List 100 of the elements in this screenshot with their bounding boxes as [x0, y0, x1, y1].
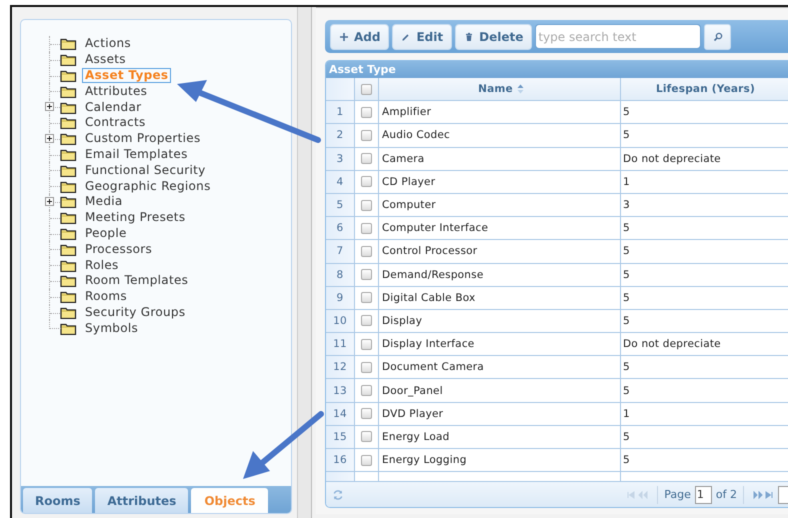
page-size-field[interactable]: [778, 486, 788, 504]
tree-item[interactable]: Calendar: [82, 100, 144, 115]
row-checkbox[interactable]: [361, 246, 372, 257]
refresh-icon[interactable]: [332, 488, 344, 501]
row-checkbox[interactable]: [361, 176, 372, 188]
folder-icon: [60, 322, 77, 335]
row-checkbox[interactable]: [361, 222, 372, 234]
tree-item[interactable]: Symbols: [82, 320, 142, 336]
folder-icon: [60, 37, 77, 50]
tree-item[interactable]: Functional Security: [82, 162, 209, 178]
row-number: 14: [326, 402, 355, 425]
folder-icon: [60, 100, 77, 114]
search-field[interactable]: type search text: [535, 24, 702, 49]
row-number: 4: [326, 170, 355, 193]
tree-item[interactable]: Email Templates: [82, 146, 191, 162]
row-checkbox[interactable]: [361, 362, 372, 373]
tree-item[interactable]: Attributes: [82, 84, 150, 99]
row-checkbox[interactable]: [361, 385, 372, 396]
folder-icon: [60, 242, 77, 256]
tree-item[interactable]: Contracts: [82, 115, 149, 130]
folder-icon: [60, 290, 77, 304]
grid-caption: Asset Type: [326, 61, 788, 78]
table-cell-text: 5: [622, 430, 631, 445]
tree-item[interactable]: Assets: [82, 52, 129, 68]
search-button[interactable]: [704, 24, 732, 50]
row-number: 12: [326, 356, 355, 378]
table-cell: Display: [379, 310, 621, 332]
expand-icon[interactable]: [45, 134, 54, 143]
table-cell: CD Player: [379, 170, 621, 193]
splitter-bar[interactable]: [297, 7, 312, 518]
select-all-checkbox[interactable]: [361, 84, 372, 95]
folder-icon: [60, 306, 77, 319]
pencil-icon: [401, 32, 412, 42]
tree-item[interactable]: Processors: [82, 242, 156, 257]
table-cell-text: 5: [622, 221, 631, 236]
row-checkbox[interactable]: [361, 292, 372, 304]
trash-icon: [464, 32, 474, 42]
table-cell-text: 5: [622, 105, 631, 120]
table-cell: Digital Cable Box: [379, 286, 621, 309]
table-cell-text: 1: [622, 174, 631, 190]
table-cell-text: 5: [622, 244, 631, 260]
row-checkbox[interactable]: [361, 106, 372, 118]
table-cell-text: 1: [622, 406, 631, 422]
row-number: 5: [326, 194, 355, 216]
tree-item[interactable]: Custom Properties: [82, 131, 204, 146]
table-cell: Door_Panel: [379, 379, 621, 402]
row-checkbox[interactable]: [361, 338, 372, 350]
folder-icon: [60, 84, 77, 98]
row-number: 16: [326, 449, 355, 472]
row-checkbox[interactable]: [361, 130, 372, 141]
expand-icon[interactable]: [45, 102, 54, 112]
table-cell: DVD Player: [379, 402, 621, 425]
row-checkbox[interactable]: [361, 315, 372, 326]
table-cell: Computer: [379, 194, 621, 216]
delete-button[interactable]: Delete: [455, 24, 532, 50]
tab[interactable]: Attributes: [95, 488, 188, 513]
column-header[interactable]: Name: [379, 78, 621, 100]
table-cell-text: 5: [622, 128, 631, 144]
table-cell-text: 5: [622, 453, 631, 468]
row-number: 3: [326, 148, 355, 170]
folder-icon: [60, 195, 77, 208]
folder-icon: [60, 258, 77, 272]
column-header[interactable]: Lifespan (Years): [621, 78, 788, 100]
table-cell: Energy Load: [379, 426, 621, 448]
folder-icon: [60, 211, 77, 224]
row-checkbox[interactable]: [361, 454, 372, 466]
row-number: 7: [326, 240, 355, 262]
page-label: Page: [664, 488, 691, 502]
tree-item[interactable]: Geographic Regions: [82, 178, 214, 194]
row-checkbox[interactable]: [361, 269, 372, 280]
table-cell: Display Interface: [379, 333, 621, 356]
search-icon: [712, 32, 723, 42]
row-checkbox[interactable]: [361, 408, 372, 420]
row-checkbox[interactable]: [361, 200, 372, 211]
table-cell-text: 5: [622, 290, 631, 306]
page-field[interactable]: 1: [694, 486, 712, 504]
edit-button[interactable]: Edit: [392, 24, 452, 50]
tree-item[interactable]: Meeting Presets: [82, 210, 188, 226]
row-checkbox[interactable]: [361, 153, 372, 164]
plus-icon: [339, 32, 349, 42]
tab[interactable]: Rooms: [23, 488, 92, 513]
table-cell: Camera: [379, 148, 621, 170]
tree-item[interactable]: Actions: [82, 36, 134, 52]
tree-item[interactable]: Rooms: [82, 289, 130, 304]
tree-item[interactable]: Roles: [82, 258, 122, 273]
folder-icon: [60, 116, 77, 130]
expand-icon[interactable]: [45, 196, 54, 206]
table-cell-text: 5: [622, 268, 631, 283]
table-cell-text: 3: [622, 198, 631, 214]
table-cell: Document Camera: [379, 356, 621, 378]
tree-item[interactable]: Room Templates: [82, 273, 192, 288]
table-cell: Computer Interface: [379, 217, 621, 240]
tree-item[interactable]: People: [82, 226, 130, 241]
row-number: 2: [326, 124, 355, 147]
add-button[interactable]: Add: [330, 24, 390, 50]
row-checkbox[interactable]: [361, 431, 372, 442]
tree-item[interactable]: Security Groups: [82, 304, 188, 320]
row-number: 15: [326, 426, 355, 448]
folder-icon: [60, 164, 77, 177]
tree-item[interactable]: Media: [82, 194, 126, 210]
